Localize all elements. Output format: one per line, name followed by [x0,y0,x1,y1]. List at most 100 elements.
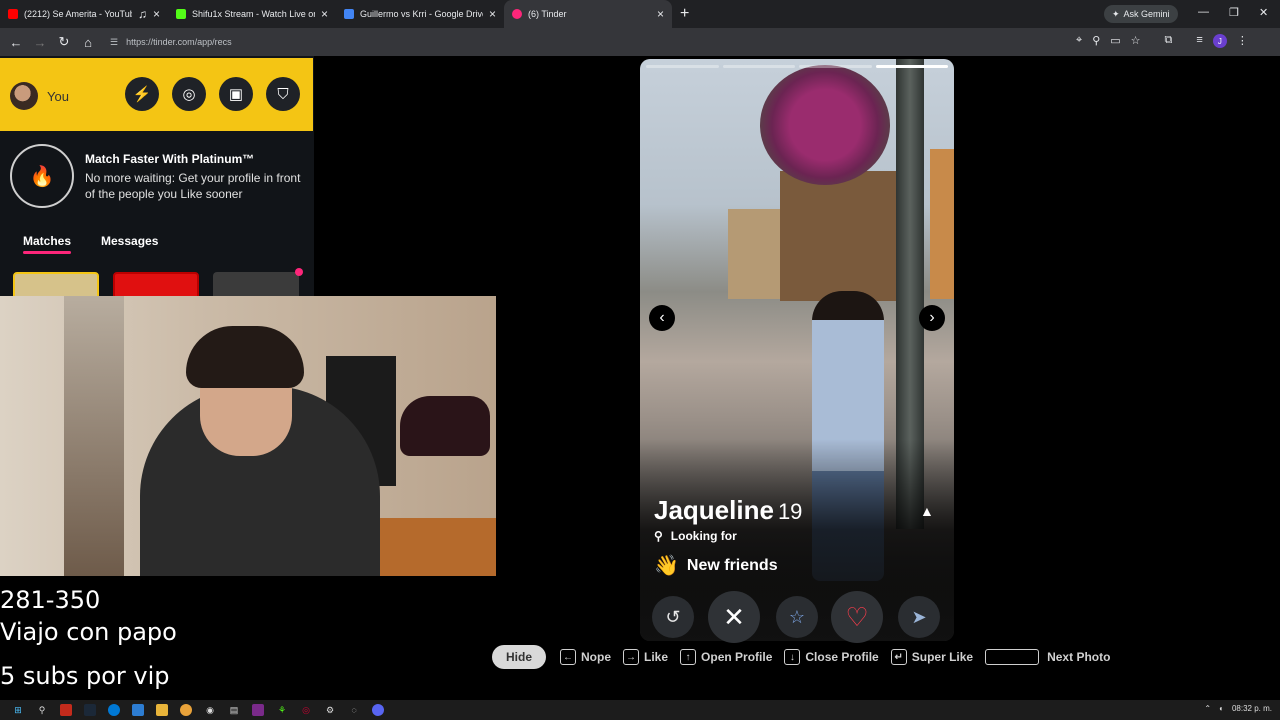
tab-kick[interactable]: Shifu1x Stream - Watch Live on × [168,0,336,28]
chrome-icon[interactable] [180,704,192,716]
ask-gemini-button[interactable]: ✦ Ask Gemini [1104,5,1178,23]
app-icon[interactable] [132,704,144,716]
search-icon[interactable]: ⚲ [36,704,48,716]
explore-button[interactable]: ◎ [172,77,206,111]
keyboard-hints: Hide ← Nope → Like ↑ Open Profile ↓ Close Pr… [492,645,1122,669]
back-icon[interactable]: ← [4,35,28,50]
looking-for-label: Looking for [670,529,737,543]
media-icon[interactable]: ≡ [1196,34,1202,48]
hint-close-profile: ↓ Close Profile [784,649,879,665]
looking-for-value: New friends [686,556,778,574]
tab-tinder[interactable]: (6) Tinder × [504,0,672,28]
match-thumbnail[interactable] [213,272,299,298]
restore-icon[interactable]: ❐ [1229,6,1239,19]
app-icon[interactable]: ◉ [204,704,216,716]
rewind-icon: ↺ [665,606,681,627]
new-tab-button[interactable]: + [680,5,689,23]
forward-icon[interactable]: → [28,35,52,50]
overlay-range-text: 281-350 [0,586,101,614]
app-icon[interactable]: ⚘ [276,704,288,716]
tray-app-icon[interactable]: ◐ [1219,704,1224,713]
previous-photo-button[interactable]: ‹ [649,305,675,331]
open-profile-arrow-icon[interactable]: ▲ [920,503,934,519]
edge-icon[interactable] [108,704,120,716]
extensions-icon[interactable]: ⧉ [1165,34,1173,48]
send-button[interactable]: ➤ [898,596,940,638]
location-icon[interactable]: ⌖ [1076,34,1082,48]
settings-icon[interactable]: ⚙ [324,704,336,716]
gemini-icon: ✦ [1112,8,1120,19]
app-icon[interactable]: ◌ [348,704,360,716]
compass-icon: ◎ [182,86,196,103]
match-thumbnail[interactable] [13,272,99,298]
rewind-button[interactable]: ↺ [652,596,694,638]
minimize-icon[interactable]: — [1198,6,1209,18]
streamer-hair [186,326,304,388]
site-info-icon[interactable]: ☰ [110,37,118,48]
close-icon[interactable]: × [657,7,664,21]
avatar[interactable] [10,82,38,110]
chevron-left-icon: ‹ [659,309,665,326]
photo-indicator-active[interactable] [875,65,948,68]
hide-hints-button[interactable]: Hide [492,645,547,669]
url-field[interactable]: ☰ https://tinder.com/app/recs [110,32,1070,52]
bookmark-star-icon[interactable]: ☆ [1131,34,1141,48]
photo-indicator[interactable] [799,65,872,68]
search-icon: ⚲ [654,529,663,543]
photo-progress [646,65,948,69]
file-explorer-icon[interactable] [156,704,168,716]
reload-icon[interactable]: ↻ [52,34,76,50]
action-buttons: ↺ ✕ ☆ ♡ ➤ [640,591,954,643]
toolbar-icons: ⌖ ⚲ ▭ ☆ ⧉ ≡ J ⋮ [1076,34,1248,48]
clock[interactable]: 08:32 p. m. [1232,704,1272,713]
app-icon[interactable]: ▤ [228,704,240,716]
overlay-trip-text: Viajo con papo [0,618,177,646]
app-icon[interactable] [60,704,72,716]
close-icon[interactable]: × [489,7,496,21]
tinder-icon [512,9,522,19]
home-icon[interactable]: ⌂ [76,35,100,50]
send-icon: ➤ [911,606,927,627]
photo-indicator[interactable] [722,65,795,68]
tab-youtube[interactable]: (2212) Se Amerita - YouTub ♫ × [0,0,168,28]
hint-close-profile-label: Close Profile [805,650,879,664]
promo-title[interactable]: Match Faster With Platinum™ [85,152,254,166]
menu-icon[interactable]: ⋮ [1237,34,1248,48]
close-icon[interactable]: × [153,7,160,21]
super-like-button[interactable]: ☆ [776,596,818,638]
hint-super-like-label: Super Like [911,650,974,664]
tab-messages[interactable]: Messages [101,234,158,248]
discord-icon[interactable] [372,704,384,716]
lightning-icon: ⚡ [132,86,152,103]
system-tray: ⌃ ◐ 08:32 p. m. [1204,704,1272,713]
app-icon[interactable]: ◎ [300,704,312,716]
nope-button[interactable]: ✕ [708,591,760,643]
profile-avatar[interactable]: J [1212,34,1227,48]
zoom-icon[interactable]: ⚲ [1092,34,1100,48]
tab-matches[interactable]: Matches [23,234,72,254]
match-thumbnail[interactable] [113,272,199,298]
tab-title: Guillermo vs Krri - Google Drive [360,9,483,19]
work-button[interactable]: ▣ [219,77,253,111]
profile-card[interactable]: ‹ › Jaqueline 19 ▲ ⚲ Looking for 👋 New fr… [640,59,954,641]
app-icon[interactable] [252,704,264,716]
flame-icon: 🔥 [29,165,55,188]
close-icon[interactable]: × [321,7,328,21]
windows-start-icon[interactable]: ⊞ [12,704,24,716]
safety-button[interactable]: ⛉ [266,77,300,111]
platinum-promo-icon[interactable]: 🔥 [10,144,74,208]
boost-button[interactable]: ⚡ [125,77,159,111]
next-photo-button[interactable]: › [919,305,945,331]
like-button[interactable]: ♡ [831,591,883,643]
close-window-icon[interactable]: ✕ [1259,6,1268,19]
tab-google-drive[interactable]: Guillermo vs Krri - Google Drive × [336,0,504,28]
chevron-right-icon: › [929,309,935,326]
arrow-left-key-icon: ← [560,649,577,665]
chevron-up-icon[interactable]: ⌃ [1204,704,1211,713]
speaker-icon[interactable]: ♫ [138,7,147,21]
looking-for-value-row: 👋 New friends [654,553,778,578]
photo-indicator[interactable] [646,65,719,68]
steam-icon[interactable] [84,704,96,716]
profile-label[interactable]: You [47,89,69,104]
cast-icon[interactable]: ▭ [1110,34,1120,48]
